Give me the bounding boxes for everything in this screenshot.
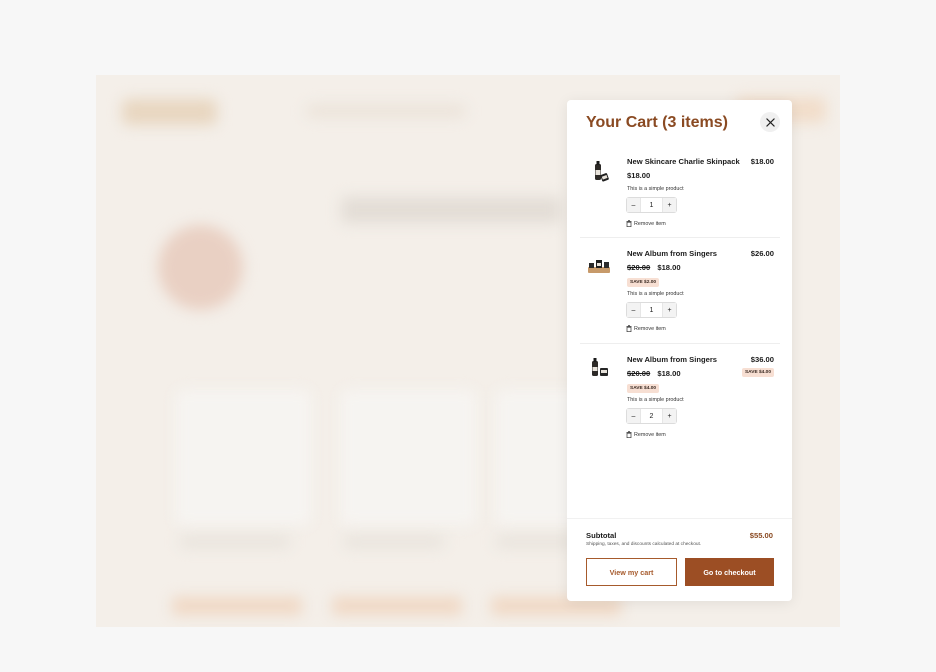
remove-item-button[interactable]: Remove item	[626, 431, 666, 438]
quantity-value[interactable]: 2	[640, 409, 663, 423]
checkout-button[interactable]: Go to checkout	[685, 558, 774, 586]
shipping-note: Shipping, taxes, and discounts calculate…	[586, 542, 702, 547]
remove-item-label: Remove item	[634, 431, 666, 438]
trash-icon	[626, 220, 632, 227]
quantity-decrease-button[interactable]: –	[627, 409, 640, 423]
footer-divider	[567, 518, 792, 519]
cart-item: New Skincare Charlie Skinpack $18.00 $18…	[580, 156, 780, 238]
item-line-total: $36.00	[750, 355, 774, 364]
add-to-cart-blurred	[172, 597, 302, 615]
item-name[interactable]: New Skincare Charlie Skinpack	[627, 157, 740, 166]
quantity-increase-button[interactable]: +	[663, 198, 676, 212]
trash-icon	[626, 431, 632, 438]
subtotal-value: $55.00	[749, 531, 773, 540]
save-badge: SAVE $4.00	[627, 384, 660, 393]
quantity-decrease-button[interactable]: –	[627, 303, 640, 317]
item-name[interactable]: New Album from Singers	[627, 249, 717, 258]
quantity-stepper: – 1 +	[626, 302, 677, 318]
remove-item-button[interactable]: Remove item	[626, 220, 666, 227]
close-icon	[765, 117, 775, 127]
product-card-blurred	[341, 390, 476, 525]
item-price: $20.00 $18.00	[627, 263, 681, 272]
quantity-increase-button[interactable]: +	[663, 303, 676, 317]
add-to-cart-blurred	[332, 597, 462, 615]
remove-item-label: Remove item	[634, 220, 666, 227]
subtotal-label: Subtotal	[586, 531, 617, 540]
item-price: $20.00 $18.00	[627, 369, 681, 378]
product-title-blurred	[496, 537, 576, 547]
item-current-price: $18.00	[657, 369, 681, 378]
remove-item-label: Remove item	[634, 325, 666, 332]
save-badge: SAVE $2.00	[627, 278, 660, 287]
product-thumbnail	[592, 358, 608, 376]
product-card-blurred	[176, 390, 311, 525]
trash-icon	[626, 325, 632, 332]
quantity-stepper: – 1 +	[626, 197, 677, 213]
item-name[interactable]: New Album from Singers	[627, 355, 717, 364]
view-cart-button[interactable]: View my cart	[586, 558, 677, 586]
quantity-value[interactable]: 1	[640, 198, 663, 212]
cart-item: New Album from Singers $26.00 $20.00 $18…	[580, 248, 780, 344]
item-price: $18.00	[627, 171, 650, 180]
cart-drawer: Your Cart (3 items) New Skincare Charlie…	[567, 100, 792, 601]
quantity-stepper: – 2 +	[626, 408, 677, 424]
item-description: This is a simple product	[627, 291, 684, 297]
product-title-blurred	[180, 537, 290, 547]
item-line-total: $26.00	[750, 249, 774, 258]
item-description: This is a simple product	[627, 397, 684, 403]
product-thumbnail	[595, 161, 609, 182]
item-current-price: $18.00	[627, 171, 651, 180]
cart-item: New Album from Singers $36.00 SAVE $4.00…	[580, 354, 780, 444]
item-original-price: $20.00	[627, 369, 651, 378]
quantity-increase-button[interactable]: +	[663, 409, 676, 423]
store-nav-blurred	[306, 105, 466, 117]
remove-item-button[interactable]: Remove item	[626, 325, 666, 332]
product-title-blurred	[344, 537, 444, 547]
store-hero-title-blurred	[341, 197, 561, 223]
item-original-price: $20.00	[627, 263, 651, 272]
close-cart-button[interactable]	[760, 112, 780, 132]
cart-title: Your Cart (3 items)	[586, 114, 728, 131]
store-logo-blurred	[122, 99, 217, 125]
item-current-price: $18.00	[657, 263, 681, 272]
item-description: This is a simple product	[627, 186, 684, 192]
product-thumbnail	[588, 260, 610, 273]
line-save-badge: SAVE $4.00	[741, 368, 774, 377]
store-hero-image-blurred	[158, 225, 243, 310]
item-line-total: $18.00	[750, 157, 774, 166]
quantity-value[interactable]: 1	[640, 303, 663, 317]
quantity-decrease-button[interactable]: –	[627, 198, 640, 212]
